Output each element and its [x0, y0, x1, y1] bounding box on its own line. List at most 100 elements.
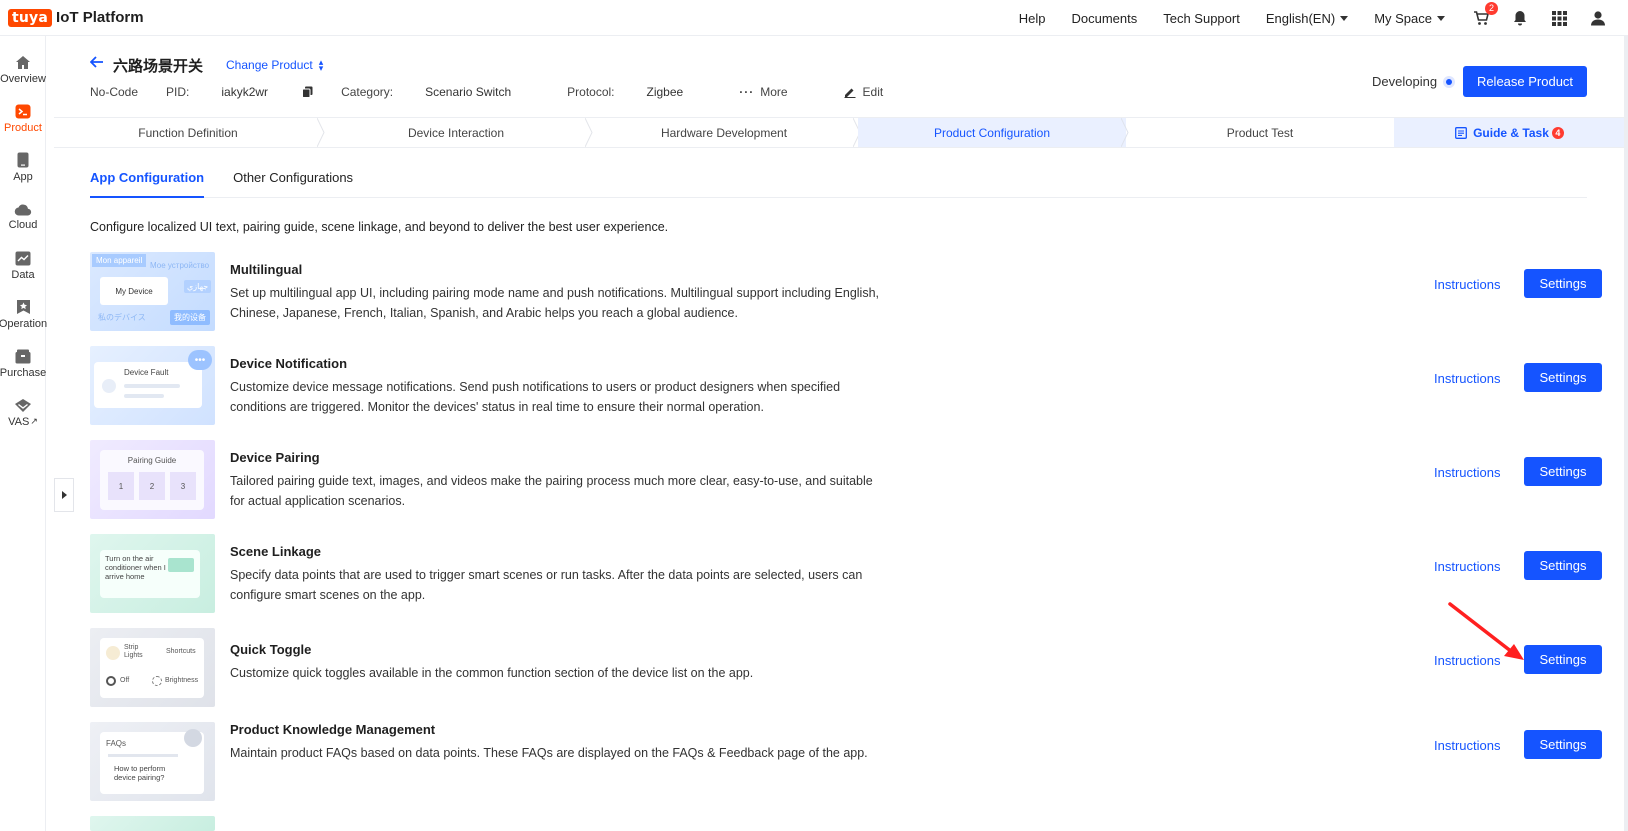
- thumb-scene-card: Turn on the air conditioner when I arriv…: [100, 550, 200, 598]
- box-icon: [15, 349, 31, 363]
- thumb-text: Shortcuts: [166, 648, 196, 655]
- change-product-button[interactable]: Change Product ▴ ▾: [226, 58, 323, 73]
- development-steps: Function Definition Device Interaction H…: [54, 117, 1628, 148]
- instructions-link[interactable]: Instructions: [1434, 738, 1500, 753]
- step-hardware-development[interactable]: Hardware Development: [590, 118, 861, 147]
- row-description: Specify data points that are used to tri…: [230, 568, 863, 602]
- category-value: Scenario Switch: [425, 85, 512, 99]
- chevron-right-icon: [61, 491, 67, 499]
- thumb-step: 3: [170, 472, 196, 500]
- sidebar-item-cloud[interactable]: Cloud: [0, 192, 46, 241]
- documents-link[interactable]: Documents: [1071, 11, 1137, 26]
- caret-down-icon: [1437, 15, 1445, 21]
- apps-grid-icon[interactable]: [1549, 8, 1569, 28]
- config-row-device-pairing: Pairing Guide 1 2 3 Device Pairing Tailo…: [90, 440, 1602, 520]
- settings-button[interactable]: Settings: [1524, 730, 1602, 759]
- step-label: Product Configuration: [933, 125, 1051, 140]
- thumb-device-card: My Device: [100, 277, 168, 305]
- product-meta: No-Code PID: iakyk2wr Category: Scenario S…: [90, 85, 939, 99]
- language-label: English(EN): [1265, 10, 1336, 26]
- step-product-configuration[interactable]: Product Configuration: [858, 118, 1129, 147]
- instructions-link[interactable]: Instructions: [1434, 277, 1500, 292]
- cart-icon[interactable]: 2: [1471, 2, 1498, 28]
- device-notification-thumbnail: Device Fault •••: [90, 346, 215, 425]
- back-arrow-icon[interactable]: [89, 56, 104, 71]
- more-label: More: [760, 85, 788, 99]
- sidebar-item-operation[interactable]: Operation: [0, 290, 47, 339]
- tab-other-configurations[interactable]: Other Configurations: [233, 160, 353, 198]
- copy-icon[interactable]: [302, 86, 313, 98]
- category-field: Category: Scenario Switch: [341, 85, 539, 99]
- thumb-text: Turn on the air conditioner when I arriv…: [105, 554, 166, 581]
- more-button[interactable]: ··· More: [739, 85, 815, 99]
- sidebar-item-app[interactable]: App: [0, 143, 46, 192]
- instructions-link[interactable]: Instructions: [1434, 371, 1500, 386]
- thumb-line: [124, 384, 180, 388]
- row-title: Device Pairing: [230, 450, 320, 465]
- space-select[interactable]: My Space: [1374, 11, 1445, 26]
- language-select[interactable]: English(EN): [1265, 10, 1349, 26]
- thumb-text: 我的设备: [170, 310, 210, 325]
- settings-button[interactable]: Settings: [1524, 269, 1602, 298]
- thumb-text: جهازي: [184, 280, 212, 293]
- product-knowledge-thumbnail: FAQs How to perform device pairing?: [90, 722, 215, 801]
- config-row-device-notification: Device Fault ••• Device Notification Cus…: [90, 346, 1602, 426]
- operation-icon: [16, 300, 30, 314]
- help-link[interactable]: Help: [1019, 11, 1046, 26]
- top-bar: tuya IoT Platform Help Documents Tech Su…: [0, 0, 1628, 36]
- tuya-logo: tuya: [8, 8, 53, 27]
- sidebar-item-data[interactable]: Data: [0, 241, 46, 290]
- instructions-link[interactable]: Instructions: [1434, 559, 1500, 574]
- row-title: Multilingual: [230, 262, 303, 277]
- product-status: Developing: [1372, 74, 1456, 89]
- lamp-icon: [106, 646, 120, 660]
- thumb-text: Pairing Guide: [127, 456, 177, 465]
- edit-button[interactable]: Edit: [844, 85, 912, 99]
- scrollbar-track[interactable]: [1624, 36, 1628, 831]
- row-title: Scene Linkage: [230, 544, 322, 559]
- step-label: Device Interaction: [407, 125, 505, 140]
- settings-button[interactable]: Settings: [1524, 645, 1602, 674]
- sidebar-item-purchase[interactable]: Purchase: [0, 339, 46, 388]
- thumb-text: My Device: [115, 286, 153, 296]
- row-description: Maintain product FAQs based on data poin…: [230, 746, 868, 760]
- row-title: Quick Toggle: [230, 642, 312, 657]
- release-product-button[interactable]: Release Product: [1463, 66, 1587, 97]
- settings-button[interactable]: Settings: [1524, 363, 1602, 392]
- config-row-scene-linkage: Turn on the air conditioner when I arriv…: [90, 534, 1602, 614]
- instructions-link[interactable]: Instructions: [1434, 465, 1500, 480]
- vas-icon: [15, 398, 31, 412]
- tab-app-configuration[interactable]: App Configuration: [90, 160, 205, 198]
- config-row-quick-toggle: Strip Lights Shortcuts Off Brightness Qu…: [90, 628, 1602, 708]
- guide-task-badge: 4: [1551, 126, 1564, 139]
- settings-button[interactable]: Settings: [1524, 551, 1602, 580]
- thumb-line: [108, 754, 178, 757]
- sidebar-collapse-toggle[interactable]: [54, 478, 74, 512]
- no-code-label: No-Code: [90, 85, 139, 99]
- step-device-interaction[interactable]: Device Interaction: [322, 118, 593, 147]
- bell-icon[interactable]: [1510, 8, 1530, 28]
- chart-icon: [15, 251, 31, 265]
- sidebar-item-label: Product: [4, 121, 42, 134]
- sidebar-item-vas[interactable]: VAS ↗: [0, 388, 46, 437]
- sidebar-item-overview[interactable]: Overview: [0, 45, 46, 94]
- sidebar-item-product[interactable]: Product: [0, 94, 46, 143]
- guide-label: Guide & Task: [1473, 125, 1549, 140]
- pid-value: iakyk2wr: [221, 85, 269, 99]
- user-avatar-icon[interactable]: [1588, 8, 1608, 28]
- guide-task-button[interactable]: Guide & Task 4: [1394, 118, 1625, 147]
- step-product-test[interactable]: Product Test: [1126, 118, 1394, 147]
- step-function-definition[interactable]: Function Definition: [54, 118, 325, 147]
- pid-field: PID: iakyk2wr: [166, 85, 313, 99]
- product-icon: [15, 104, 31, 118]
- thumb-step: 2: [139, 472, 165, 500]
- settings-button[interactable]: Settings: [1524, 457, 1602, 486]
- row-description: Customize device message notifications. …: [230, 380, 841, 414]
- chat-bubble-icon: •••: [188, 350, 212, 370]
- tech-support-link[interactable]: Tech Support: [1163, 11, 1240, 26]
- vas-label-row: VAS ↗: [8, 416, 38, 428]
- sidebar-item-label: Data: [11, 268, 35, 281]
- thumb-text: 私のデバイス: [98, 313, 146, 322]
- platform-logo[interactable]: tuya IoT Platform: [8, 8, 144, 27]
- row-title: Product Knowledge Management: [230, 722, 436, 737]
